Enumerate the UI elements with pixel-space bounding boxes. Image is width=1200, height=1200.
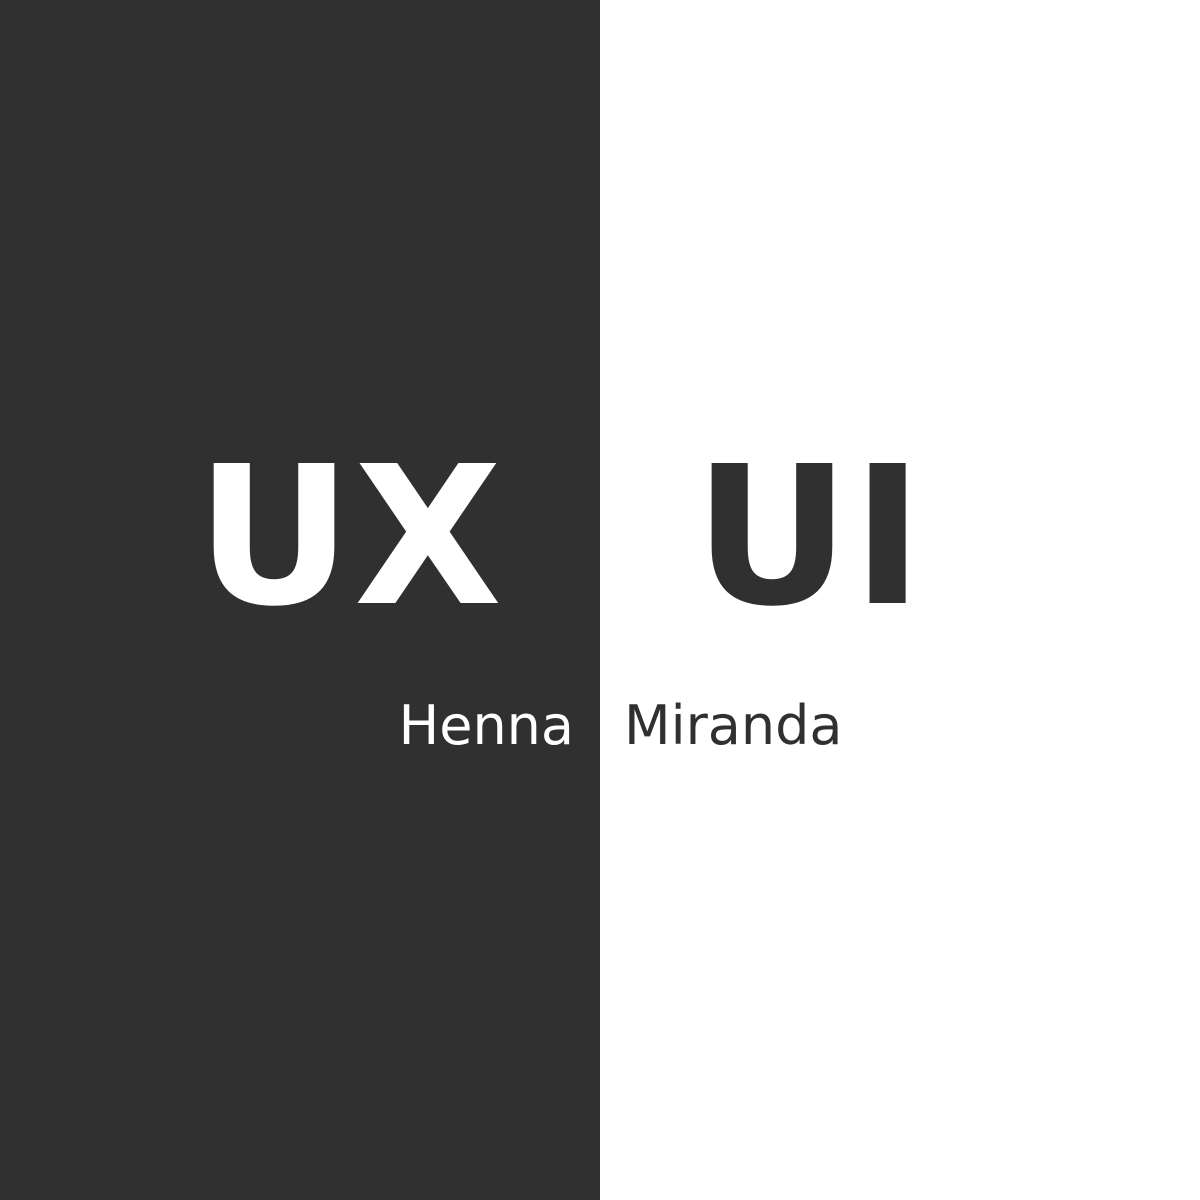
right-panel: UI Miranda: [600, 0, 1200, 1200]
split-canvas: UX Henna UI Miranda: [0, 0, 1200, 1200]
ui-heading: UI: [694, 426, 926, 649]
ux-heading: UX: [196, 426, 504, 649]
right-name: Miranda: [624, 694, 843, 757]
left-name: Henna: [398, 694, 574, 757]
left-panel: UX Henna: [0, 0, 600, 1200]
